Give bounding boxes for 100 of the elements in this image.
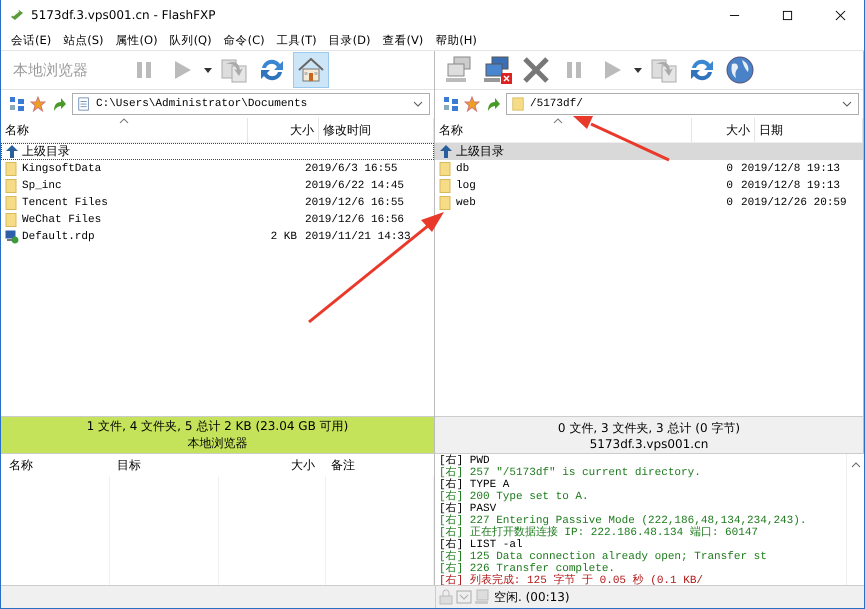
- log-line: [右] 257 "/5173df" is current directory.: [439, 467, 702, 479]
- file-row[interactable]: 上级目录: [435, 143, 863, 160]
- column-header[interactable]: 名称: [1, 118, 248, 142]
- file-row[interactable]: KingsoftData 2019/6/3 16:55: [1, 160, 402, 177]
- pane-summary: 0 文件, 3 文件夹, 3 总计 (0 字节): [558, 420, 740, 436]
- file-row[interactable]: web 0 2019/12/26 20:59: [435, 194, 863, 211]
- log-line: [右] LIST -al: [439, 539, 524, 551]
- file-name: Sp_inc: [22, 180, 62, 192]
- log-line: [右] 227 Entering Passive Mode (222,186,48,134,234,243).: [439, 515, 808, 527]
- menu-item[interactable]: 属性(O): [110, 32, 164, 48]
- maximize-icon[interactable]: [782, 10, 793, 20]
- column-header[interactable]: 修改时间: [319, 118, 434, 142]
- menu-item[interactable]: 会话(E): [5, 32, 58, 48]
- column-header[interactable]: 大小: [692, 118, 755, 142]
- lock-icon: [438, 589, 454, 605]
- folder-icon: [439, 178, 453, 192]
- pane-name: 本地浏览器: [188, 435, 248, 452]
- file-size: 0: [726, 180, 733, 192]
- file-date: 2019/12/6 16:55: [305, 196, 404, 208]
- log-line: [右] PWD: [439, 455, 491, 467]
- status-text: 空闲. (00:13): [493, 588, 570, 606]
- file-size: 0: [726, 196, 733, 208]
- folder-icon: [439, 196, 453, 210]
- log-line: [右] 列表完成: 125 字节 于 0.05 秒 (0.1 KB/: [439, 575, 704, 585]
- sort-caret-icon: [119, 118, 129, 124]
- folder-icon: [5, 178, 19, 192]
- file-row[interactable]: Tencent Files 2019/12/6 16:55: [1, 194, 408, 211]
- column-header[interactable]: 日期: [755, 118, 863, 142]
- site-manager-icon[interactable]: [443, 96, 459, 112]
- file-date: 2019/12/8 19:13: [741, 162, 840, 174]
- file-date: 2019/6/22 14:45: [305, 180, 404, 192]
- file-date: 2019/12/26 20:59: [741, 196, 847, 208]
- site-manager-icon[interactable]: [9, 96, 25, 112]
- file-date: 2019/11/21 14:33: [305, 230, 411, 242]
- folder-icon: [5, 212, 19, 226]
- column-header[interactable]: 大小: [248, 118, 319, 142]
- file-name: Default.rdp: [22, 230, 95, 242]
- file-name: WeChat Files: [22, 214, 102, 226]
- file-date: 2019/12/6 16:56: [305, 214, 404, 226]
- file-name: KingsoftData: [22, 162, 102, 174]
- file-row[interactable]: Default.rdp 2 KB 2019/11/21 14:33: [1, 228, 415, 245]
- path-field[interactable]: C:\Users\Administrator\Documents: [72, 93, 430, 115]
- file-name: Tencent Files: [22, 196, 108, 208]
- window-icon: [456, 589, 472, 605]
- close-icon[interactable]: [835, 10, 846, 20]
- up-arrow-icon: [439, 144, 453, 158]
- file-row[interactable]: db 0 2019/12/8 19:13: [435, 160, 863, 177]
- remote-desktop-file-icon: [5, 230, 19, 244]
- document-icon: [77, 97, 91, 111]
- menu-item[interactable]: 命令(C): [218, 32, 271, 48]
- server-icon: [474, 589, 490, 605]
- path-field[interactable]: /5173df/: [506, 93, 859, 115]
- log-line: [右] 226 Transfer complete.: [439, 563, 616, 575]
- file-size: 0: [726, 162, 733, 174]
- up-arrow-icon: [5, 144, 19, 158]
- column-header[interactable]: 名称: [1, 454, 109, 476]
- folder-icon: [5, 196, 19, 210]
- log-line: [右] 正在打开数据连接 IP: 222.186.48.134 端口: 60147: [439, 527, 760, 539]
- file-size: 2 KB: [270, 230, 297, 242]
- file-date: 2019/12/8 19:13: [741, 180, 840, 192]
- pane-name: 5173df.3.vps001.cn: [590, 436, 708, 450]
- up-arrow-icon[interactable]: [51, 96, 67, 112]
- browser-label: 本地浏览器: [12, 60, 89, 80]
- column-header[interactable]: 备注: [323, 454, 434, 476]
- sort-caret-icon: [553, 118, 563, 124]
- scroll-up-icon[interactable]: [850, 462, 860, 468]
- file-row[interactable]: 上级目录: [1, 143, 434, 160]
- log-line: [右] TYPE A: [439, 479, 510, 491]
- window-title: 5173df.3.vps001.cn - FlashFXP: [31, 8, 216, 22]
- folder-icon: [511, 97, 525, 111]
- pane-summary: 1 文件, 4 文件夹, 5 总计 2 KB (23.04 GB 可用): [86, 418, 348, 435]
- menu-item[interactable]: 目录(D): [322, 32, 376, 48]
- menu-item[interactable]: 帮助(H): [429, 32, 483, 48]
- chevron-down-icon: [413, 101, 423, 107]
- house-icon[interactable]: [293, 52, 329, 88]
- file-name: db: [456, 162, 470, 174]
- menu-item[interactable]: 工具(T): [270, 32, 323, 48]
- file-row[interactable]: Sp_inc 2019/6/22 14:45: [1, 177, 408, 194]
- file-name: log: [456, 180, 476, 192]
- column-header[interactable]: 大小: [217, 454, 323, 476]
- file-name: 上级目录: [456, 143, 504, 160]
- star-icon[interactable]: [30, 96, 46, 112]
- chevron-down-icon: [842, 101, 852, 107]
- log-line: [右] PASV: [439, 503, 498, 515]
- menu-item[interactable]: 队列(Q): [164, 32, 218, 48]
- column-header[interactable]: 目标: [109, 454, 217, 476]
- menu-item[interactable]: 站点(S): [57, 32, 110, 48]
- menu-item[interactable]: 查看(V): [376, 32, 430, 48]
- log-line: [右] 125 Data connection already open; Transfer st: [439, 551, 768, 563]
- file-name: 上级目录: [22, 143, 70, 160]
- file-row[interactable]: WeChat Files 2019/12/6 16:56: [1, 211, 408, 228]
- folder-icon: [439, 162, 453, 176]
- file-name: web: [456, 196, 476, 208]
- file-date: 2019/6/3 16:55: [305, 162, 398, 174]
- log-line: [右] 200 Type set to A.: [439, 491, 590, 503]
- star-icon[interactable]: [464, 96, 480, 112]
- up-arrow-icon[interactable]: [485, 96, 501, 112]
- file-row[interactable]: log 0 2019/12/8 19:13: [435, 177, 863, 194]
- folder-icon: [5, 162, 19, 176]
- app-logo-icon: [9, 7, 25, 23]
